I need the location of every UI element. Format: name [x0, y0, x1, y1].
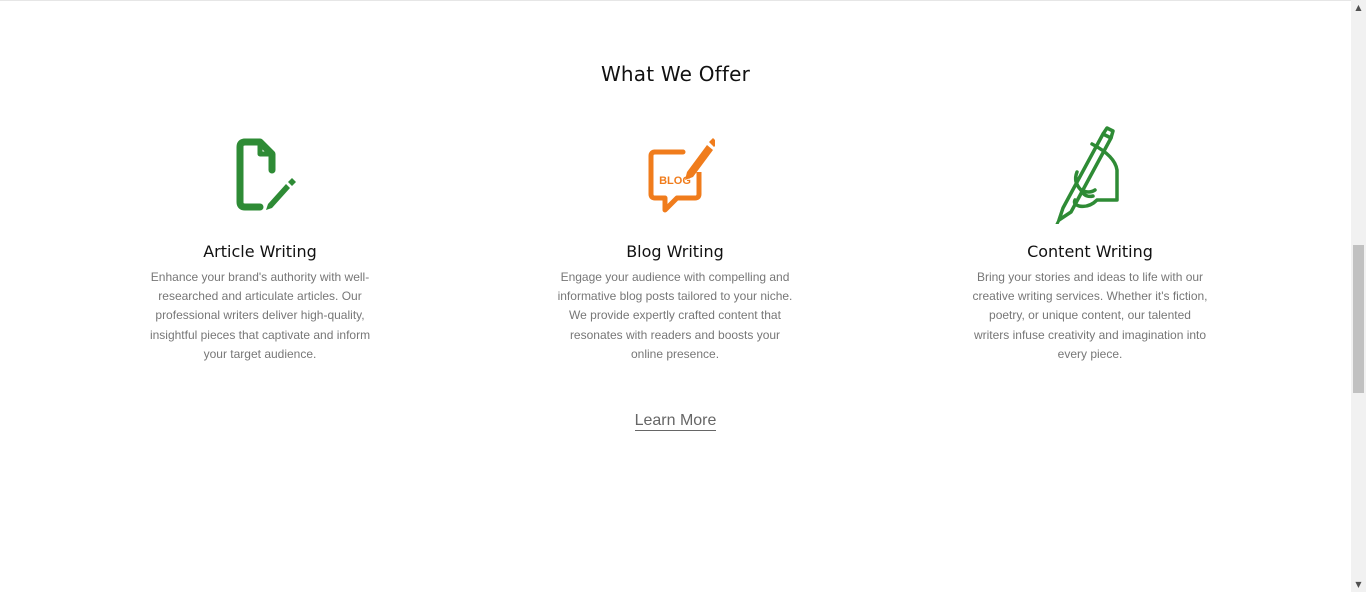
scrollbar-thumb[interactable] [1353, 245, 1364, 393]
document-pen-icon [130, 120, 390, 230]
blog-speech-bubble-icon: BLOG [545, 120, 805, 230]
service-card-content-writing: Content Writing Bring your stories and i… [960, 120, 1220, 361]
service-description: Engage your audience with compelling and… [557, 270, 793, 361]
service-card-blog-writing: BLOG Blog Writing Engage your audience w… [545, 120, 805, 361]
hand-writing-pen-icon [960, 120, 1220, 230]
service-description: Enhance your brand's authority with well… [149, 270, 371, 361]
blog-icon-text: BLOG [659, 175, 691, 187]
scroll-up-arrow-icon[interactable]: ▲ [1351, 0, 1366, 15]
service-title: Content Writing [1027, 242, 1153, 261]
service-title: Blog Writing [626, 242, 724, 261]
what-we-offer-section: What We Offer Article Writing Enhance yo… [0, 0, 1351, 592]
scroll-down-arrow-icon[interactable]: ▼ [1351, 577, 1366, 592]
service-card-article-writing: Article Writing Enhance your brand's aut… [130, 120, 390, 361]
vertical-scrollbar[interactable]: ▲ ▼ [1351, 0, 1366, 592]
learn-more-link[interactable]: Learn More [634, 412, 717, 431]
section-title: What We Offer [600, 62, 751, 86]
learn-more-container: Learn More [0, 412, 1351, 431]
service-description: Bring your stories and ideas to life wit… [972, 270, 1208, 361]
service-title: Article Writing [203, 242, 317, 261]
